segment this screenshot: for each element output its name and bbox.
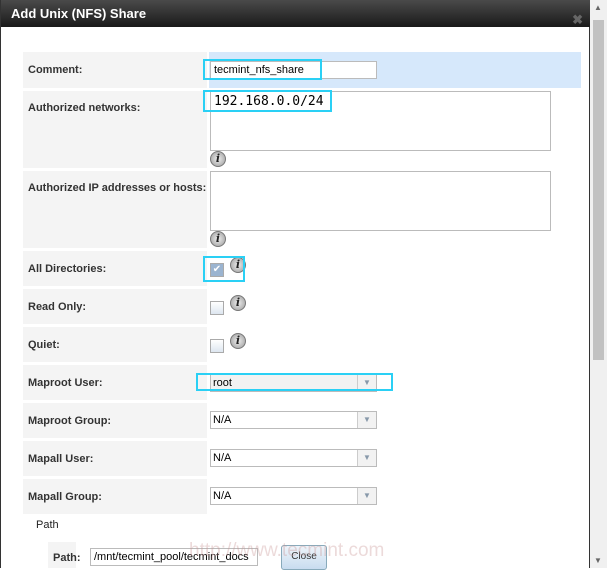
quiet-label: Quiet: [23, 327, 207, 362]
mapall-user-label: Mapall User: [23, 441, 207, 476]
add-nfs-share-dialog: Add Unix (NFS) Share✖ Comment: Authorize… [0, 0, 591, 570]
path-input[interactable] [90, 548, 258, 566]
highlight-box [203, 256, 245, 282]
mapall-group-value: N/A [213, 490, 232, 502]
path-close-button[interactable]: Close [281, 545, 327, 570]
chevron-down-icon: ▼ [357, 450, 376, 466]
highlight-box [196, 373, 393, 391]
mapall-user-value: N/A [213, 452, 232, 464]
info-icon[interactable]: i [210, 151, 226, 167]
highlight-box [203, 59, 322, 80]
info-icon[interactable]: i [230, 295, 246, 311]
hosts-label: Authorized IP addresses or hosts: [23, 171, 207, 248]
highlight-box [203, 90, 332, 112]
mapall-user-select[interactable]: N/A ▼ [210, 449, 377, 467]
comment-label: Comment: [23, 52, 207, 88]
path-label: Path: [48, 542, 81, 568]
info-icon[interactable]: i [230, 333, 246, 349]
scrollbar[interactable]: ▲ ▼ [590, 0, 607, 568]
hosts-textarea[interactable] [210, 171, 551, 231]
maproot-group-value: N/A [213, 414, 232, 426]
close-icon[interactable]: ✖ [572, 6, 583, 33]
scroll-up-icon[interactable]: ▲ [594, 3, 602, 12]
maproot-group-label: Maproot Group: [23, 403, 207, 438]
chevron-down-icon: ▼ [357, 488, 376, 504]
maproot-group-select[interactable]: N/A ▼ [210, 411, 377, 429]
info-icon[interactable]: i [210, 231, 226, 247]
dialog-title: Add Unix (NFS) Share [11, 6, 147, 21]
quiet-checkbox[interactable] [210, 339, 224, 353]
networks-label: Authorized networks: [23, 91, 207, 168]
path-section-title: Path [36, 519, 59, 531]
all-directories-label: All Directories: [23, 251, 207, 286]
read-only-label: Read Only: [23, 289, 207, 324]
mapall-group-label: Mapall Group: [23, 479, 207, 514]
scrollbar-thumb[interactable] [593, 20, 604, 360]
maproot-user-label: Maproot User: [23, 365, 207, 400]
read-only-checkbox[interactable] [210, 301, 224, 315]
chevron-down-icon: ▼ [357, 412, 376, 428]
scroll-down-icon[interactable]: ▼ [594, 556, 602, 565]
mapall-group-select[interactable]: N/A ▼ [210, 487, 377, 505]
dialog-titlebar: Add Unix (NFS) Share ✖ [1, 0, 591, 27]
